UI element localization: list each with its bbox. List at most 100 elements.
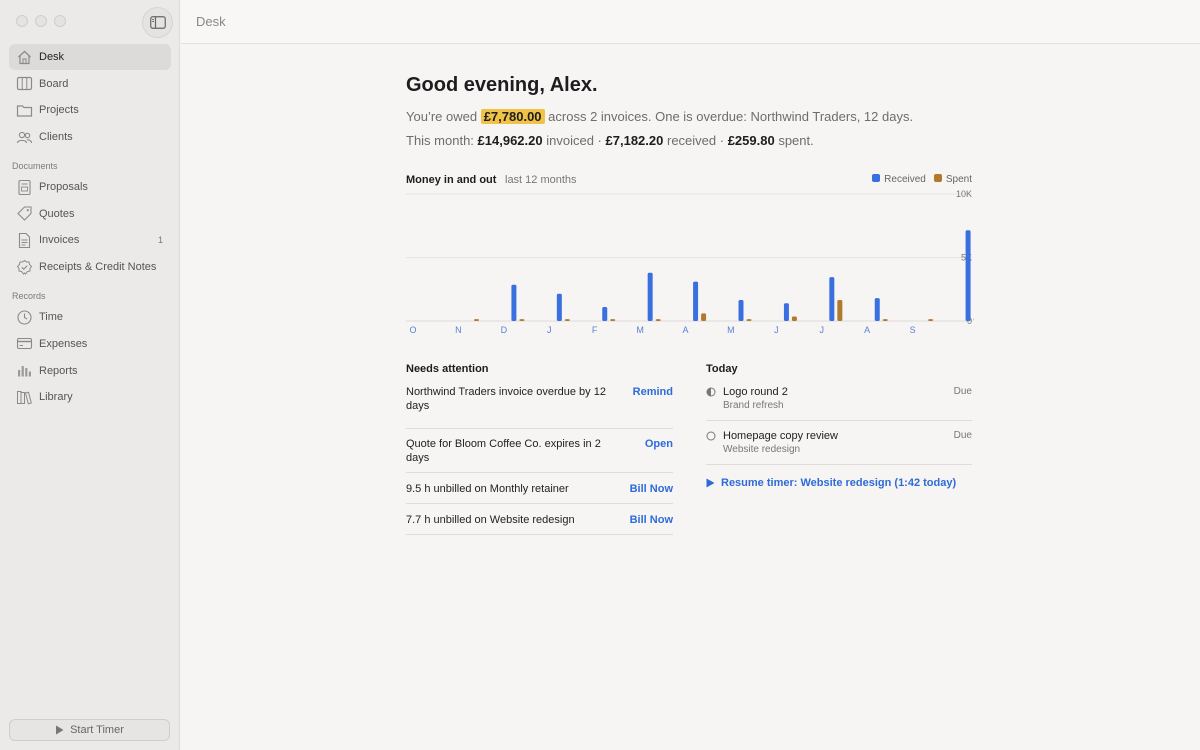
sidebar-item-label: Expenses bbox=[39, 337, 88, 350]
owed-amount-badge: £7,780.00 bbox=[480, 109, 545, 124]
seal-check-icon bbox=[16, 259, 33, 276]
received-bar bbox=[874, 298, 880, 321]
bill-now-button[interactable]: Bill Now bbox=[630, 482, 673, 496]
resume-timer-button[interactable]: Resume timer: Website redesign (1:42 tod… bbox=[706, 477, 972, 489]
spent-bar bbox=[564, 319, 570, 321]
sidebar-item-label: Quotes bbox=[39, 207, 75, 220]
month-received-amount: £7,182.20 bbox=[605, 133, 664, 148]
page-title: Desk bbox=[196, 14, 226, 29]
chart-x-tick-label: M bbox=[727, 325, 735, 335]
today-task-title: Logo round 2 bbox=[723, 386, 788, 398]
sidebar-item-proposals[interactable]: Proposals bbox=[9, 174, 171, 200]
spent-bar bbox=[746, 319, 752, 321]
today-task-due: Due bbox=[953, 430, 972, 441]
owed-summary: You’re owed £7,780.00 across 2 invoices.… bbox=[406, 108, 974, 126]
document-icon bbox=[16, 232, 33, 249]
proposal-doc-icon bbox=[16, 179, 33, 196]
empty-circle-status-icon bbox=[706, 431, 716, 441]
start-timer-button[interactable]: Start Timer bbox=[9, 719, 170, 741]
sidebar-item-label: Desk bbox=[39, 51, 65, 63]
today-task[interactable]: Homepage copy review Website redesign Du… bbox=[706, 421, 972, 465]
chart-x-tick-label: S bbox=[910, 325, 916, 335]
sidebar-item-receipts[interactable]: Receipts & Credit Notes bbox=[9, 254, 171, 280]
legend-spent: Spent bbox=[933, 174, 972, 185]
chart-x-tick-label: J bbox=[820, 325, 825, 335]
month-invoiced-amount: £14,962.20 bbox=[477, 133, 543, 148]
sidebar-item-desk[interactable]: Desk bbox=[9, 44, 171, 70]
received-bar bbox=[738, 300, 744, 321]
today-task-due: Due bbox=[953, 386, 972, 397]
today-task[interactable]: Logo round 2 Brand refresh Due bbox=[706, 385, 972, 421]
records-section-label: Records bbox=[12, 291, 46, 302]
window-controls bbox=[16, 15, 66, 27]
sidebar-item-clients[interactable]: Clients bbox=[9, 124, 171, 150]
chart-x-tick-label: A bbox=[864, 325, 870, 335]
month-received-label: received · bbox=[666, 133, 725, 148]
spent-bar bbox=[701, 313, 707, 321]
sidebar-icon bbox=[149, 16, 166, 29]
sidebar-item-projects[interactable]: Projects bbox=[9, 97, 171, 123]
sidebar-nav: Desk Board Projects Clients Documents Pr… bbox=[9, 44, 171, 411]
bar-chart-icon bbox=[16, 362, 33, 379]
chart-x-tick-label: N bbox=[455, 325, 462, 335]
needs-attention-section: Needs attention Northwind Traders invoic… bbox=[406, 363, 673, 535]
month-prefix: This month: bbox=[406, 133, 474, 148]
sidebar-item-invoices[interactable]: Invoices 1 bbox=[9, 227, 171, 253]
today-section: Today Logo round 2 Brand refresh Due Hom… bbox=[706, 363, 972, 489]
legend-swatch-spent bbox=[933, 174, 942, 182]
sidebar: Desk Board Projects Clients Documents Pr… bbox=[0, 0, 180, 750]
legend-label-spent: Spent bbox=[945, 174, 972, 185]
remind-button[interactable]: Remind bbox=[633, 385, 673, 399]
spent-bar bbox=[928, 319, 934, 321]
spent-bar bbox=[655, 319, 661, 321]
attention-item: Northwind Traders invoice overdue by 12 … bbox=[406, 385, 673, 429]
invoice-count-badge: 1 bbox=[157, 235, 163, 246]
money-chart: 10K5K0ONDJFMAMJJAS bbox=[406, 189, 974, 335]
board-icon bbox=[16, 75, 33, 92]
sidebar-item-time[interactable]: Time bbox=[9, 304, 171, 330]
sidebar-item-board[interactable]: Board bbox=[9, 71, 171, 97]
spent-bar bbox=[791, 316, 797, 321]
sidebar-item-reports[interactable]: Reports bbox=[9, 358, 171, 384]
bill-now-button[interactable]: Bill Now bbox=[630, 513, 673, 527]
month-spent-amount: £259.80 bbox=[727, 133, 775, 148]
chart-x-tick-label: M bbox=[636, 325, 644, 335]
sidebar-item-label: Proposals bbox=[39, 181, 88, 194]
clock-icon bbox=[16, 309, 33, 326]
zoom-window-button[interactable] bbox=[54, 15, 66, 27]
attention-item-text: Quote for Bloom Coffee Co. expires in 2 … bbox=[406, 438, 601, 464]
spent-bar bbox=[474, 319, 479, 321]
sidebar-item-expenses[interactable]: Expenses bbox=[9, 331, 171, 357]
month-invoiced-label: invoiced · bbox=[546, 133, 602, 148]
folder-icon bbox=[16, 102, 33, 119]
sidebar-item-label: Clients bbox=[39, 131, 73, 144]
legend-label-received: Received bbox=[884, 174, 926, 185]
card-icon bbox=[16, 335, 33, 352]
chart-x-tick-label: F bbox=[592, 325, 598, 335]
open-quote-button[interactable]: Open bbox=[645, 437, 673, 451]
chart-subtitle: last 12 months bbox=[505, 174, 577, 186]
half-circle-status-icon bbox=[706, 387, 716, 397]
chart-title: Money in and out bbox=[406, 174, 497, 186]
month-spent-label: spent. bbox=[778, 133, 814, 148]
chart-x-tick-label: D bbox=[501, 325, 508, 335]
close-window-button[interactable] bbox=[16, 15, 28, 27]
sidebar-item-label: Reports bbox=[39, 364, 78, 377]
main-content: Good evening, Alex. You’re owed £7,780.0… bbox=[406, 74, 974, 535]
people-icon bbox=[16, 129, 33, 146]
attention-item-text: Northwind Traders invoice overdue by 12 … bbox=[406, 386, 606, 412]
spent-bar bbox=[610, 319, 616, 321]
received-bar bbox=[965, 230, 971, 321]
sidebar-item-quotes[interactable]: Quotes bbox=[9, 201, 171, 227]
sidebar-item-library[interactable]: Library bbox=[9, 384, 171, 410]
today-task-project: Brand refresh bbox=[723, 400, 784, 411]
start-timer-label: Start Timer bbox=[70, 724, 124, 736]
sidebar-toggle-button[interactable] bbox=[142, 7, 173, 38]
spent-bar bbox=[837, 300, 843, 321]
chart-y-tick-label: 10K bbox=[956, 189, 972, 199]
documents-section-label: Documents bbox=[12, 161, 58, 172]
tag-icon bbox=[16, 205, 33, 222]
sidebar-item-label: Board bbox=[39, 77, 69, 90]
minimize-window-button[interactable] bbox=[35, 15, 47, 27]
needs-attention-title: Needs attention bbox=[406, 363, 489, 375]
